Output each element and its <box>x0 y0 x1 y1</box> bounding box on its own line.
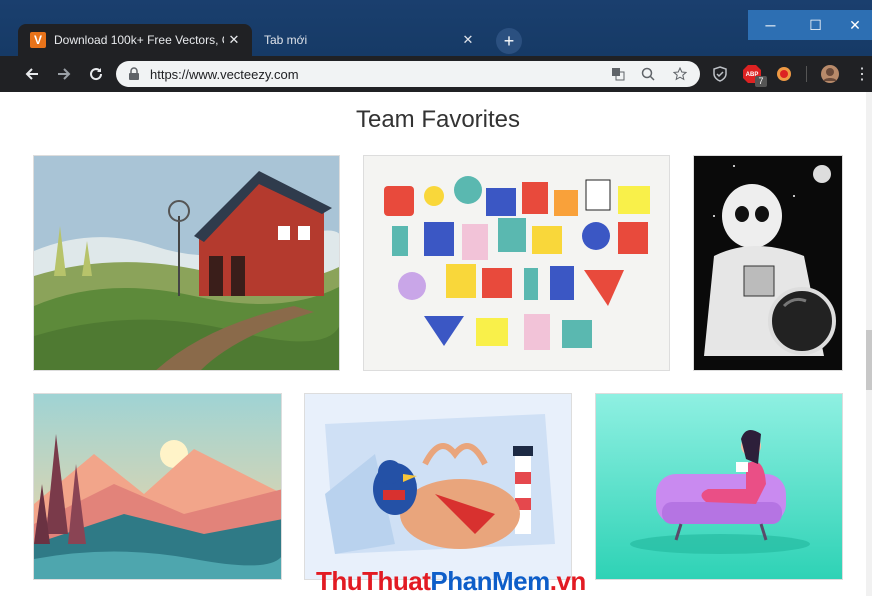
page-title: Team Favorites <box>355 106 521 133</box>
close-tab-icon[interactable]: ✕ <box>224 32 244 48</box>
tab-title: Download 100k+ Free Vectors, C <box>54 33 224 47</box>
tab-new-tab[interactable]: Tab mới ✕ <box>252 24 486 56</box>
woman-reading-on-sofa-illustration <box>596 394 842 579</box>
maximize-button[interactable]: ☐ <box>793 10 838 40</box>
lock-icon <box>129 67 139 80</box>
new-tab-button[interactable]: + <box>496 28 522 54</box>
page-content: Team Favorites ThuThuatPhanMem.vn <box>0 92 872 596</box>
minimize-button[interactable]: ─ <box>748 10 793 40</box>
bird-and-deer-lighthouse-illustration <box>305 394 571 579</box>
watermark-text: ThuThuatPhanMem.vn <box>316 566 586 596</box>
skeleton-astronaut-illustration <box>694 156 842 370</box>
close-tab-icon[interactable]: ✕ <box>458 32 478 48</box>
toolbar-divider <box>806 66 807 82</box>
shield-extension-icon[interactable] <box>710 64 730 84</box>
image-card-bird-deer[interactable] <box>304 393 572 580</box>
address-bar[interactable]: https://www.vecteezy.com <box>116 61 700 87</box>
reload-icon[interactable] <box>84 62 108 86</box>
url-text: https://www.vecteezy.com <box>150 67 299 82</box>
tab-vecteezy[interactable]: V Download 100k+ Free Vectors, C ✕ <box>18 24 252 56</box>
mountain-lake-sunset-illustration <box>34 394 281 579</box>
image-card-farm[interactable] <box>33 155 340 371</box>
farm-barn-illustration <box>34 156 339 370</box>
menu-kebab-icon[interactable]: ⋮ <box>852 64 872 84</box>
profile-avatar[interactable] <box>820 64 840 84</box>
zoom-icon[interactable] <box>640 66 656 82</box>
abp-badge: 7 <box>755 76 767 87</box>
tab-title: Tab mới <box>264 33 308 47</box>
image-card-alphabet[interactable] <box>363 155 670 371</box>
browser-titlebar: V Download 100k+ Free Vectors, C ✕ Tab m… <box>0 0 872 56</box>
forward-arrow-icon[interactable] <box>52 62 76 86</box>
bookmark-star-icon[interactable] <box>672 66 688 82</box>
image-card-woman-sofa[interactable] <box>595 393 843 580</box>
vecteezy-favicon-icon: V <box>30 32 46 48</box>
translate-icon[interactable] <box>610 66 626 82</box>
alphabet-letters-illustration <box>364 156 669 370</box>
image-card-astronaut[interactable] <box>693 155 843 371</box>
back-arrow-icon[interactable] <box>20 62 44 86</box>
extension-icon[interactable] <box>774 64 794 84</box>
browser-toolbar: https://www.vecteezy.com ABP 7 ⋮ <box>0 56 872 92</box>
scrollbar-thumb[interactable] <box>866 330 872 390</box>
close-window-button[interactable]: ✕ <box>838 10 872 40</box>
image-card-mountains[interactable] <box>33 393 282 580</box>
